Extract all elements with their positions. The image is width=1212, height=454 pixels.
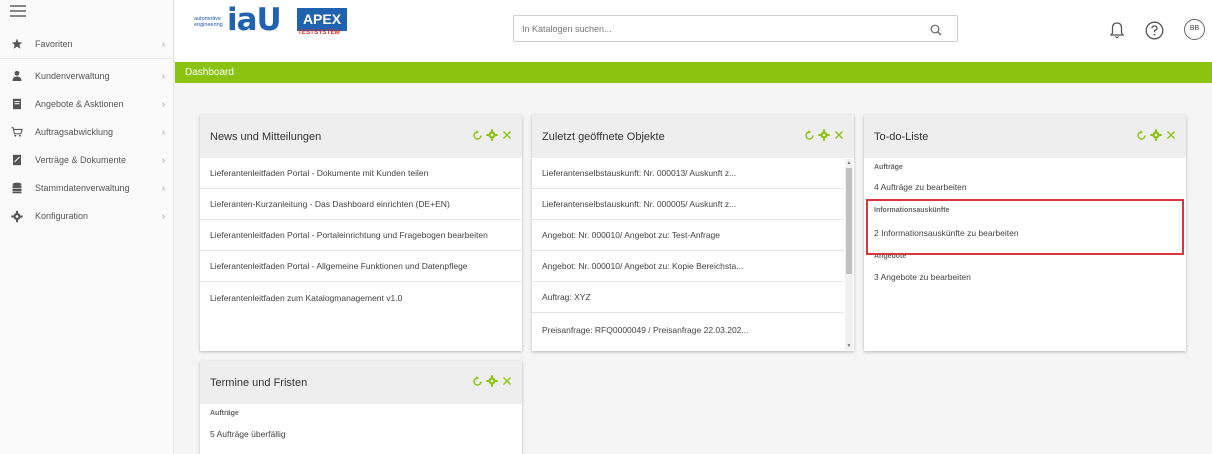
logo-product: APEX — [297, 8, 347, 31]
sidebar-item-auftragsabwicklung[interactable]: Auftragsabwicklung › — [0, 120, 174, 144]
recent-objects-panel: Zuletzt geöffnete Objekte Lieferantensel… — [532, 115, 854, 351]
star-icon — [11, 38, 23, 50]
chevron-right-icon: › — [162, 71, 165, 81]
bell-icon[interactable] — [1109, 21, 1127, 39]
news-panel: News und Mitteilungen Lieferantenleitfad… — [200, 115, 522, 351]
sidebar-item-label: Verträge & Dokumente — [35, 155, 127, 165]
refresh-icon[interactable] — [471, 374, 483, 388]
panel-header: Termine und Fristen — [200, 361, 522, 404]
scroll-thumb[interactable] — [846, 168, 852, 274]
refresh-icon[interactable] — [1135, 128, 1147, 142]
help-icon[interactable] — [1145, 21, 1164, 40]
sidebar-item-label: Stammdatenverwaltung — [35, 183, 130, 193]
search-icon[interactable] — [930, 23, 942, 36]
logo-brand: iaU — [227, 2, 282, 38]
contract-icon — [11, 154, 23, 166]
recent-item[interactable]: Auftrag: XYZ — [532, 282, 844, 313]
panel-actions — [471, 128, 513, 142]
chevron-right-icon: › — [162, 99, 165, 109]
refresh-icon[interactable] — [471, 128, 483, 142]
todo-item[interactable]: 4 Aufträge zu bearbeiten — [864, 182, 1186, 192]
news-item[interactable]: Lieferantenleitfaden Portal - Allgemeine… — [200, 251, 522, 282]
todo-item[interactable]: 2 Informationsauskünfte zu bearbeiten — [864, 228, 1186, 238]
search-box — [513, 15, 958, 42]
document-icon — [11, 98, 23, 110]
panel-actions — [1135, 128, 1177, 142]
panel-header: To-do-Liste — [864, 115, 1186, 158]
search-input[interactable] — [514, 16, 914, 41]
panel-actions — [803, 128, 845, 142]
chevron-right-icon: › — [162, 155, 165, 165]
section-title: Informationsauskünfte — [874, 207, 950, 214]
close-icon[interactable] — [501, 128, 513, 142]
gear-icon[interactable] — [486, 128, 498, 142]
gear-icon[interactable] — [486, 374, 498, 388]
sidebar-item-kundenverwaltung[interactable]: Kundenverwaltung › — [0, 64, 174, 88]
close-icon[interactable] — [501, 374, 513, 388]
todo-panel: To-do-Liste Aufträge 4 Aufträge zu bearb… — [864, 115, 1186, 351]
database-icon — [11, 182, 23, 194]
panel-title: To-do-Liste — [874, 130, 929, 143]
news-item[interactable]: Lieferantenleitfaden Portal - Portaleinr… — [200, 220, 522, 251]
gear-icon — [11, 210, 23, 222]
panel-title: News und Mitteilungen — [210, 130, 322, 143]
section-title: Angebote — [874, 253, 907, 260]
gear-icon[interactable] — [1150, 128, 1162, 142]
cart-icon — [11, 126, 23, 138]
sidebar-item-konfiguration[interactable]: Konfiguration › — [0, 204, 174, 228]
top-header: automotive engineering iaU APEX TESTSYST… — [175, 0, 1212, 62]
sidebar-item-label: Konfiguration — [35, 211, 89, 221]
sidebar-item-vertraege[interactable]: Verträge & Dokumente › — [0, 148, 174, 172]
news-item[interactable]: Lieferantenleitfaden Portal - Dokumente … — [200, 158, 522, 189]
environment-label: TESTSYSTEM — [298, 30, 341, 36]
deadlines-panel: Termine und Fristen Aufträge 5 Aufträge … — [200, 361, 522, 454]
logo-tagline: automotive engineering — [194, 16, 223, 28]
refresh-icon[interactable] — [803, 128, 815, 142]
sidebar-item-label: Kundenverwaltung — [35, 71, 110, 81]
sidebar-item-label: Angebote & Asktionen — [35, 99, 124, 109]
news-item[interactable]: Lieferantenleitfaden zum Katalogmanageme… — [200, 282, 522, 313]
gear-icon[interactable] — [818, 128, 830, 142]
recent-item[interactable]: Lieferantenselbstauskunft: Nr. 000005/ A… — [532, 189, 844, 220]
panel-header: News und Mitteilungen — [200, 115, 522, 158]
recent-item[interactable]: Angebot: Nr. 000010/ Angebot zu: Test-An… — [532, 220, 844, 251]
sidebar-item-angebote[interactable]: Angebote & Asktionen › — [0, 92, 174, 116]
chevron-right-icon: › — [162, 211, 165, 221]
close-icon[interactable] — [1165, 128, 1177, 142]
panel-title: Zuletzt geöffnete Objekte — [542, 130, 665, 143]
page-title-bar: Dashboard — [175, 62, 1212, 83]
section-title: Aufträge — [874, 164, 903, 171]
panel-header: Zuletzt geöffnete Objekte — [532, 115, 854, 158]
panel-title: Termine und Fristen — [210, 376, 308, 389]
chevron-right-icon: › — [162, 39, 165, 49]
menu-icon[interactable] — [10, 5, 26, 17]
recent-item[interactable]: Lieferantenselbstauskunft: Nr. 000013/ A… — [532, 158, 844, 189]
deadline-item[interactable]: 5 Aufträge überfällig — [200, 429, 522, 439]
scrollbar[interactable]: ▲ ▼ — [845, 159, 853, 350]
scroll-down-icon[interactable]: ▼ — [845, 342, 853, 350]
person-icon — [11, 70, 23, 82]
divider — [0, 58, 174, 59]
news-item[interactable]: Lieferanten-Kurzanleitung - Das Dashboar… — [200, 189, 522, 220]
sidebar-item-label: Auftragsabwicklung — [35, 127, 114, 137]
logo[interactable]: automotive engineering iaU APEX TESTSYST… — [194, 2, 372, 38]
sidebar: Favoriten › Kundenverwaltung › Angebote … — [0, 0, 174, 454]
todo-item[interactable]: 3 Angebote zu bearbeiten — [864, 272, 1186, 282]
sidebar-item-favoriten[interactable]: Favoriten › — [0, 32, 174, 56]
section-title: Aufträge — [210, 410, 239, 417]
panel-actions — [471, 374, 513, 388]
chevron-right-icon: › — [162, 127, 165, 137]
avatar[interactable]: BB — [1184, 19, 1205, 40]
page-title: Dashboard — [185, 67, 234, 78]
sidebar-item-stammdatenverwaltung[interactable]: Stammdatenverwaltung › — [0, 176, 174, 200]
sidebar-item-label: Favoriten — [35, 39, 73, 49]
recent-item[interactable]: Angebot: Nr. 000010/ Angebot zu: Kopie B… — [532, 251, 844, 282]
chevron-right-icon: › — [162, 183, 165, 193]
scroll-up-icon[interactable]: ▲ — [845, 159, 853, 167]
close-icon[interactable] — [833, 128, 845, 142]
recent-item[interactable]: Preisanfrage: RFQ0000049 / Preisanfrage … — [532, 313, 844, 346]
